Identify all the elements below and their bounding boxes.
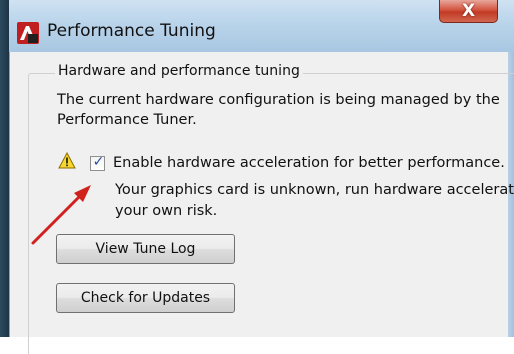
graphics-card-warning: Your graphics card is unknown, run hardw… [115,180,514,222]
performance-tuning-dialog: Performance Tuning X Hardware and perfor… [0,0,514,354]
check-for-updates-button[interactable]: Check for Updates [56,283,235,313]
checkmark-icon: ✓ [92,154,105,170]
groupbox-title: Hardware and performance tuning [55,63,303,79]
hardware-acceleration-checkbox[interactable]: ✓ [90,154,105,171]
description-text: The current hardware configuration is be… [57,92,500,128]
hardware-acceleration-label[interactable]: Enable hardware acceleration for better … [113,155,505,171]
warning-icon [58,152,76,169]
window-title: Performance Tuning [47,21,216,41]
close-icon: X [461,1,476,21]
red-annotation-arrow [31,185,91,245]
app-icon [17,22,39,44]
warning-line-1: Your graphics card is unknown, run hardw… [115,182,514,198]
background-window-edge [0,0,9,337]
close-button[interactable]: X [439,0,498,23]
warning-line-2: your own risk. [115,203,218,219]
